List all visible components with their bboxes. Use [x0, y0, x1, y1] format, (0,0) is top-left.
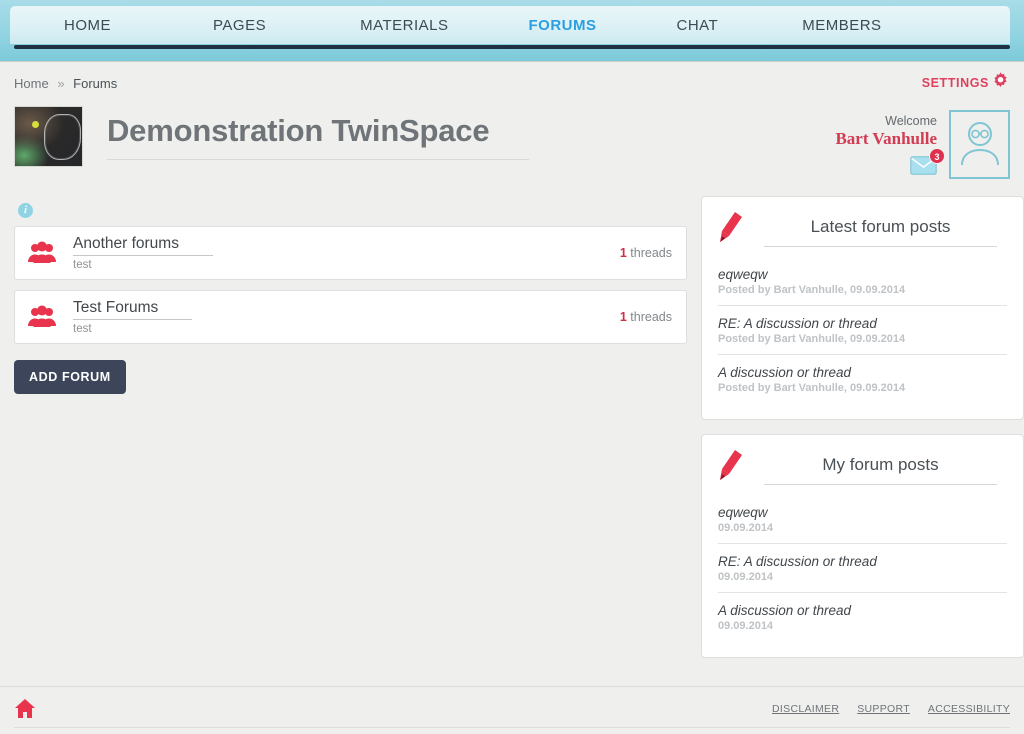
page-title: Demonstration TwinSpace [107, 104, 530, 160]
footer-link-support[interactable]: SUPPORT [857, 703, 910, 715]
main-content: i Another forums test 1 threads Test For… [0, 196, 1024, 672]
forum-title-link[interactable]: Test Forums [73, 299, 193, 320]
list-item[interactable]: A discussion or thread 09.09.2014 [718, 592, 1007, 641]
nav-underline-rule [14, 45, 1010, 49]
list-item[interactable]: eqweqw Posted by Bart Vanhulle, 09.09.20… [718, 264, 1007, 305]
group-icon [27, 305, 61, 329]
list-item[interactable]: RE: A discussion or thread Posted by Bar… [718, 305, 1007, 354]
post-title: RE: A discussion or thread [718, 554, 877, 569]
list-item[interactable]: A discussion or thread Posted by Bart Va… [718, 354, 1007, 403]
breadcrumb-home-link[interactable]: Home [14, 76, 49, 91]
thumbnail-highlight-dot [32, 120, 40, 128]
post-meta: Posted by Bart Vanhulle, 09.09.2014 [718, 382, 906, 394]
forum-list-column: i Another forums test 1 threads Test For… [14, 196, 687, 394]
gear-icon [991, 71, 1010, 95]
thread-count: 1 threads [620, 246, 672, 260]
envelope-icon [910, 156, 937, 179]
info-row: i [14, 196, 687, 226]
nav-item-materials[interactable]: MATERIALS [354, 17, 454, 34]
page-header-row: Demonstration TwinSpace Welcome Bart Van… [0, 104, 1024, 196]
my-forum-posts-panel: My forum posts eqweqw 09.09.2014 RE: A d… [701, 434, 1024, 658]
post-title: eqweqw [718, 267, 768, 282]
info-icon[interactable]: i [18, 203, 33, 218]
post-title: eqweqw [718, 505, 768, 520]
breadcrumb-current: Forums [73, 75, 118, 91]
breadcrumb-row: Home » Forums SETTINGS [0, 62, 1024, 104]
latest-forum-posts-panel: Latest forum posts eqweqw Posted by Bart… [701, 196, 1024, 420]
forum-description: test [73, 323, 92, 335]
thread-count-number: 1 [619, 246, 627, 260]
group-icon [27, 241, 61, 265]
table-row[interactable]: Another forums test 1 threads [14, 226, 687, 280]
thread-count-label: threads [630, 246, 672, 260]
footer: DISCLAIMER SUPPORT ACCESSIBILITY [0, 686, 1024, 734]
sidebar-panels-column: Latest forum posts eqweqw Posted by Bart… [701, 196, 1024, 672]
table-row[interactable]: Test Forums test 1 threads [14, 290, 687, 344]
user-welcome-box: Welcome Bart Vanhulle 3 [835, 110, 1010, 180]
top-navigation-bar: HOME PAGES MATERIALS FORUMS CHAT MEMBERS [0, 0, 1024, 62]
nav-item-chat[interactable]: CHAT [670, 17, 724, 34]
user-name[interactable]: Bart Vanhulle [835, 129, 937, 149]
breadcrumb-separator: » [57, 75, 65, 91]
forum-text-block: Test Forums test [73, 299, 620, 335]
settings-button[interactable]: SETTINGS [922, 71, 1010, 95]
panel-title: Latest forum posts [764, 211, 997, 247]
forum-title-link[interactable]: Another forums [73, 235, 213, 256]
nav-item-pages[interactable]: PAGES [207, 17, 272, 34]
welcome-label: Welcome [885, 114, 937, 128]
footer-links: DISCLAIMER SUPPORT ACCESSIBILITY [772, 703, 1010, 719]
nav-item-home[interactable]: HOME [58, 17, 117, 34]
settings-label: SETTINGS [921, 76, 989, 90]
post-meta: Posted by Bart Vanhulle, 09.09.2014 [718, 284, 906, 296]
breadcrumb: Home » Forums [14, 76, 117, 91]
panel-header: Latest forum posts [718, 211, 1007, 248]
post-meta: Posted by Bart Vanhulle, 09.09.2014 [718, 333, 906, 345]
nav-item-forums[interactable]: FORUMS [522, 17, 602, 34]
user-avatar-icon [958, 117, 1002, 172]
message-count-badge: 3 [929, 148, 945, 164]
post-title: A discussion or thread [718, 603, 852, 618]
post-meta: 09.09.2014 [718, 522, 774, 534]
messages-button[interactable]: 3 [910, 148, 945, 180]
home-icon[interactable] [14, 698, 36, 724]
post-title: RE: A discussion or thread [718, 316, 877, 331]
forum-text-block: Another forums test [73, 235, 620, 271]
pencil-icon [718, 449, 744, 486]
thread-count: 1 threads [620, 310, 672, 324]
thread-count-label: threads [630, 310, 672, 324]
panel-header: My forum posts [718, 449, 1007, 486]
nav-items-container: HOME PAGES MATERIALS FORUMS CHAT MEMBERS [10, 6, 1010, 44]
avatar[interactable] [949, 110, 1010, 179]
nav-item-members[interactable]: MEMBERS [796, 17, 887, 34]
footer-link-disclaimer[interactable]: DISCLAIMER [772, 703, 839, 715]
list-item[interactable]: RE: A discussion or thread 09.09.2014 [718, 543, 1007, 592]
pencil-icon [718, 211, 744, 248]
twinspace-thumbnail [14, 106, 83, 167]
post-title: A discussion or thread [718, 365, 852, 380]
thread-count-number: 1 [619, 310, 627, 324]
list-item[interactable]: eqweqw 09.09.2014 [718, 502, 1007, 543]
welcome-text-block: Welcome Bart Vanhulle 3 [835, 110, 945, 180]
forum-description: test [73, 259, 92, 271]
footer-link-accessibility[interactable]: ACCESSIBILITY [928, 703, 1010, 715]
panel-title: My forum posts [764, 449, 997, 485]
post-meta: 09.09.2014 [718, 571, 774, 583]
add-forum-button[interactable]: ADD FORUM [14, 360, 126, 394]
post-meta: 09.09.2014 [718, 620, 774, 632]
